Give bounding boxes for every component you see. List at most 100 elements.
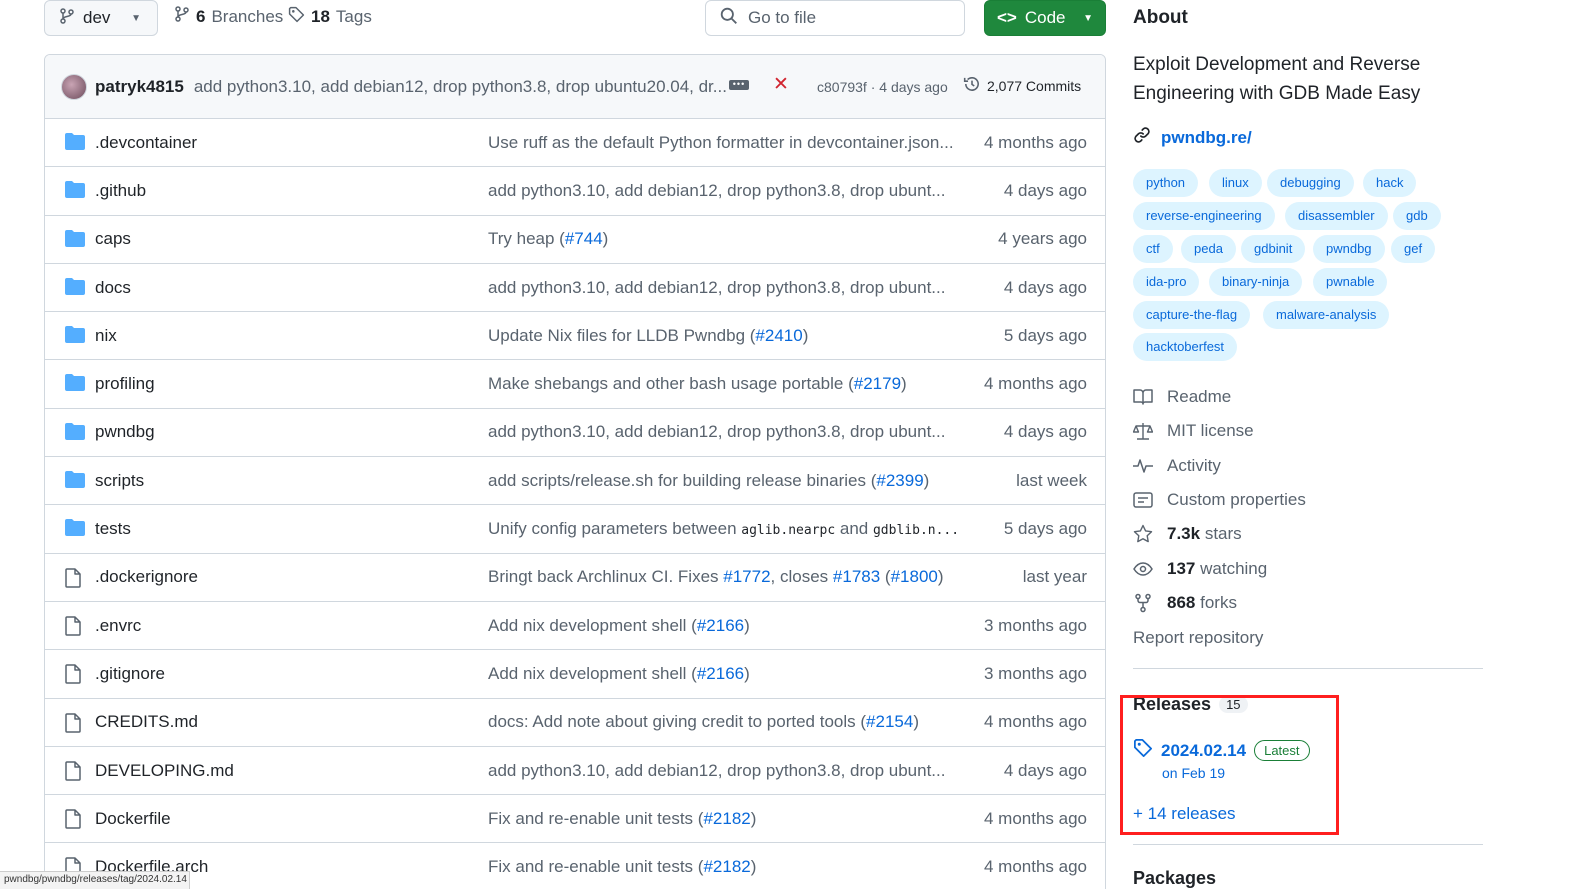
file-row[interactable]: Dockerfile Fix and re-enable unit tests (…	[45, 795, 1105, 844]
avatar[interactable]	[61, 73, 87, 100]
commit-msg-text[interactable]: )	[938, 567, 944, 586]
topic-tag[interactable]: disassembler	[1285, 202, 1388, 230]
file-row[interactable]: .devcontainer Use ruff as the default Pyt…	[45, 119, 1105, 168]
custom-properties-link[interactable]: Custom properties	[1133, 490, 1306, 510]
pr-link[interactable]: #1800	[891, 567, 938, 586]
topic-tag[interactable]: gdb	[1393, 202, 1441, 230]
file-name-link[interactable]: Dockerfile	[95, 809, 171, 829]
commit-msg-text[interactable]: add python3.10, add debian12, drop pytho…	[488, 761, 945, 780]
commit-msg-text[interactable]: Add nix development shell (	[488, 664, 697, 683]
topic-tag[interactable]: binary-ninja	[1209, 268, 1303, 296]
commit-msg-text[interactable]: )	[901, 374, 907, 393]
commit-msg-text[interactable]: Fix and re-enable unit tests (	[488, 809, 703, 828]
commit-msg-text[interactable]: )	[751, 857, 757, 876]
file-name-link[interactable]: CREDITS.md	[95, 712, 198, 732]
topic-tag[interactable]: gef	[1391, 235, 1436, 263]
commit-msg-text[interactable]: )	[924, 471, 930, 490]
topic-tag[interactable]: linux	[1209, 169, 1262, 197]
branch-selector[interactable]: dev ▼	[44, 0, 158, 36]
go-to-file-input[interactable]: Go to file	[705, 0, 965, 36]
topic-tag[interactable]: malware-analysis	[1263, 301, 1390, 329]
file-row[interactable]: pwndbg add python3.10, add debian12, drop…	[45, 409, 1105, 458]
pr-link[interactable]: #1772	[723, 567, 770, 586]
readme-link[interactable]: Readme	[1133, 387, 1231, 407]
pr-link[interactable]: #2179	[854, 374, 901, 393]
file-row[interactable]: scripts add scripts/release.sh for buildi…	[45, 457, 1105, 506]
stars-link[interactable]: 7.3k stars	[1133, 524, 1242, 544]
commit-msg-text[interactable]: and	[835, 519, 873, 538]
file-name-link[interactable]: scripts	[95, 471, 144, 491]
pr-link[interactable]: #2182	[703, 857, 750, 876]
forks-link[interactable]: 868 forks	[1133, 593, 1237, 613]
file-name-link[interactable]: .devcontainer	[95, 133, 197, 153]
topic-tag[interactable]: ida-pro	[1133, 268, 1200, 296]
homepage-link[interactable]: pwndbg.re/	[1133, 126, 1252, 149]
topic-tag[interactable]: capture-the-flag	[1133, 301, 1251, 329]
file-name-link[interactable]: docs	[95, 278, 131, 298]
branches-link[interactable]: 6 Branches	[174, 6, 283, 27]
pr-link[interactable]: #744	[565, 229, 603, 248]
file-row[interactable]: .dockerignore Bringt back Archlinux CI. F…	[45, 554, 1105, 602]
topic-tag[interactable]: pwnable	[1313, 268, 1388, 296]
topic-tag[interactable]: debugging	[1267, 169, 1354, 197]
file-row[interactable]: docs add python3.10, add debian12, drop p…	[45, 264, 1105, 313]
packages-heading[interactable]: Packages	[1133, 868, 1216, 889]
pr-link[interactable]: #2399	[876, 471, 923, 490]
commit-msg-text[interactable]: )	[744, 616, 750, 635]
commit-msg-text[interactable]: (	[880, 567, 891, 586]
watchers-link[interactable]: 137 watching	[1133, 559, 1267, 579]
file-row[interactable]: .envrc Add nix development shell (#2166) 3…	[45, 602, 1105, 651]
commit-msg-text[interactable]: Try heap (	[488, 229, 565, 248]
file-row[interactable]: caps Try heap (#744) 4 years ago	[45, 216, 1105, 264]
topic-tag[interactable]: reverse-engineering	[1133, 202, 1275, 230]
pr-link[interactable]: #2166	[697, 664, 744, 683]
commit-msg-text[interactable]: )	[744, 664, 750, 683]
file-row[interactable]: DEVELOPING.md add python3.10, add debian1…	[45, 747, 1105, 796]
activity-link[interactable]: Activity	[1133, 456, 1221, 476]
topic-tag[interactable]: gdbinit	[1241, 235, 1306, 263]
file-name-link[interactable]: nix	[95, 326, 117, 346]
commit-sha-time[interactable]: c80793f · 4 days ago	[817, 79, 948, 95]
report-repository-link[interactable]: Report repository	[1133, 628, 1263, 648]
commit-msg-text[interactable]: , closes	[771, 567, 833, 586]
topic-tag[interactable]: hack	[1363, 169, 1417, 197]
file-name-link[interactable]: caps	[95, 229, 131, 249]
topic-tag[interactable]: pwndbg	[1313, 235, 1385, 263]
commit-msg-text[interactable]: )	[751, 809, 757, 828]
ci-failure-icon[interactable]: ✕	[773, 73, 789, 96]
topic-tag[interactable]: python	[1133, 169, 1199, 197]
commit-msg-text[interactable]: docs: Add note about giving credit to po…	[488, 712, 866, 731]
file-name-link[interactable]: .github	[95, 181, 146, 201]
commit-msg-text[interactable]: )	[803, 326, 809, 345]
pr-link[interactable]: #2166	[697, 616, 744, 635]
commit-msg-text[interactable]: Use ruff as the default Python formatter…	[488, 133, 954, 152]
file-row[interactable]: nix Update Nix files for LLDB Pwndbg (#24…	[45, 312, 1105, 361]
commit-msg-text[interactable]: add python3.10, add debian12, drop pytho…	[488, 181, 945, 200]
commit-msg-text[interactable]: Make shebangs and other bash usage porta…	[488, 374, 854, 393]
commit-msg-text[interactable]: add scripts/release.sh for building rele…	[488, 471, 876, 490]
commit-msg-text[interactable]: add python3.10, add debian12, drop pytho…	[488, 278, 945, 297]
commit-msg-text[interactable]: )	[603, 229, 609, 248]
expand-commit-button[interactable]: •••	[729, 80, 749, 90]
file-row[interactable]: tests Unify config parameters between agl…	[45, 505, 1105, 554]
file-row[interactable]: .github add python3.10, add debian12, dro…	[45, 167, 1105, 216]
topic-tag[interactable]: hacktoberfest	[1133, 333, 1238, 361]
pr-link[interactable]: #1783	[833, 567, 880, 586]
pr-link[interactable]: #2154	[866, 712, 913, 731]
topic-tag[interactable]: peda	[1181, 235, 1236, 263]
pr-link[interactable]: #2182	[703, 809, 750, 828]
code-button[interactable]: <> Code ▼	[984, 0, 1106, 36]
commit-msg-text[interactable]: Fix and re-enable unit tests (	[488, 857, 703, 876]
file-name-link[interactable]: .dockerignore	[95, 567, 198, 587]
file-name-link[interactable]: .gitignore	[95, 664, 165, 684]
file-name-link[interactable]: pwndbg	[95, 422, 155, 442]
topic-tag[interactable]: ctf	[1133, 235, 1173, 263]
tags-link[interactable]: 18 Tags	[288, 6, 372, 28]
pr-link[interactable]: #2410	[755, 326, 802, 345]
file-name-link[interactable]: DEVELOPING.md	[95, 761, 234, 781]
commit-message[interactable]: add python3.10, add debian12, drop pytho…	[194, 77, 727, 97]
file-row[interactable]: CREDITS.md docs: Add note about giving cr…	[45, 699, 1105, 747]
commit-msg-text[interactable]: )	[913, 712, 919, 731]
file-name-link[interactable]: .envrc	[95, 616, 141, 636]
commit-msg-text[interactable]: Unify config parameters between	[488, 519, 741, 538]
